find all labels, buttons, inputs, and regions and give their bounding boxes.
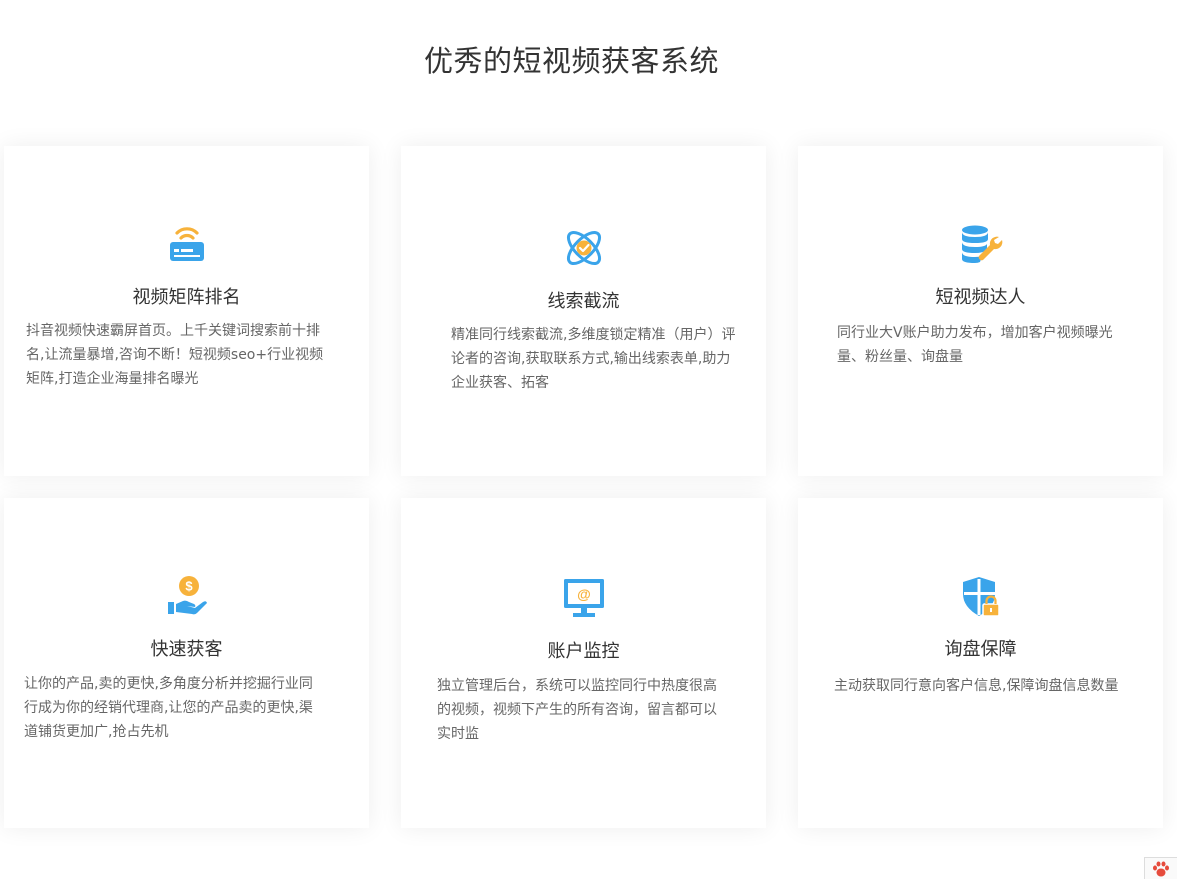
- card-title: 短视频达人: [935, 287, 1026, 308]
- svg-text:$: $: [185, 579, 193, 594]
- database-wrench-icon: [959, 222, 1003, 266]
- card-title: 线索截流: [547, 291, 620, 312]
- page-title: 优秀的短视频获客系统: [423, 44, 719, 78]
- feature-card-influencer: 短视频达人 同行业大V账户助力发布，增加客户视频曝光量、粉丝量、询盘量: [798, 146, 1163, 476]
- svg-text:@: @: [577, 586, 591, 602]
- card-description: 独立管理后台，系统可以监控同行中热度很高的视频，视频下产生的所有咨询，留言都可以…: [437, 678, 717, 742]
- feature-card-fast-acquisition: $ 快速获客 让你的产品,卖的更快,多角度分析并挖掘行业同行成为你的经销代理商,…: [4, 498, 369, 828]
- card-title: 快速获客: [150, 639, 223, 660]
- card-title: 询盘保障: [944, 639, 1017, 660]
- router-wifi-icon: [165, 222, 209, 266]
- atom-check-icon: [562, 226, 606, 270]
- feature-card-lead-capture: 线索截流 精准同行线索截流,多维度锁定精准（用户）评论者的咨询,获取联系方式,输…: [401, 146, 766, 476]
- hand-coin-icon: $: [165, 574, 209, 618]
- card-title: 账户监控: [547, 641, 620, 662]
- card-description: 同行业大V账户助力发布，增加客户视频曝光量、粉丝量、询盘量: [837, 325, 1113, 365]
- shield-lock-icon: [959, 574, 1003, 618]
- card-description: 精准同行线索截流,多维度锁定精准（用户）评论者的咨询,获取联系方式,输出线索表单…: [451, 327, 736, 391]
- page: 优秀的短视频获客系统 视频矩阵排名 抖音视频快速霸屏首页。上千关键词搜索前十排名…: [0, 0, 1177, 879]
- feature-card-account-monitor: @ 账户监控 独立管理后台，系统可以监控同行中热度很高的视频，视频下产生的所有咨…: [401, 498, 766, 828]
- floating-widget-button[interactable]: [1144, 857, 1177, 879]
- card-title: 视频矩阵排名: [132, 287, 241, 308]
- feature-card-inquiry-guarantee: 询盘保障 主动获取同行意向客户信息,保障询盘信息数量: [798, 498, 1163, 828]
- feature-card-video-matrix: 视频矩阵排名 抖音视频快速霸屏首页。上千关键词搜索前十排名,让流量暴增,咨询不断…: [4, 146, 369, 476]
- paw-icon: [1151, 860, 1171, 878]
- card-description: 主动获取同行意向客户信息,保障询盘信息数量: [834, 678, 1119, 694]
- card-description: 抖音视频快速霸屏首页。上千关键词搜索前十排名,让流量暴增,咨询不断！短视频seo…: [26, 323, 324, 387]
- monitor-at-icon: @: [562, 576, 606, 620]
- card-description: 让你的产品,卖的更快,多角度分析并挖掘行业同行成为你的经销代理商,让您的产品卖的…: [24, 676, 313, 740]
